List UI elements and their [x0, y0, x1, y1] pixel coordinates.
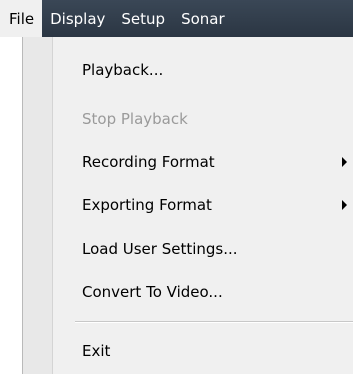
- menu-file[interactable]: File: [0, 0, 43, 37]
- menu-item-load-user-settings[interactable]: Load User Settings...: [23, 233, 353, 265]
- submenu-arrow-icon: [342, 200, 347, 210]
- menu-item-label: Convert To Video...: [82, 283, 223, 301]
- menu-item-exit[interactable]: Exit: [23, 335, 353, 367]
- menu-bar: File Display Setup Sonar: [0, 0, 353, 37]
- menu-item-playback[interactable]: Playback...: [23, 54, 353, 86]
- menu-item-label: Load User Settings...: [82, 240, 238, 258]
- menu-item-label: Recording Format: [82, 153, 215, 171]
- menu-separator: [75, 321, 353, 323]
- menu-item-label: Exit: [82, 342, 111, 360]
- menu-display[interactable]: Display: [42, 0, 113, 37]
- menu-sonar[interactable]: Sonar: [173, 0, 233, 37]
- menu-item-label: Exporting Format: [82, 196, 212, 214]
- menu-item-stop-playback: Stop Playback: [23, 103, 353, 135]
- file-dropdown-menu: Playback... Stop Playback Recording Form…: [22, 37, 353, 374]
- menu-item-convert-to-video[interactable]: Convert To Video...: [23, 276, 353, 308]
- menu-item-exporting-format[interactable]: Exporting Format: [23, 189, 353, 221]
- menu-setup[interactable]: Setup: [113, 0, 173, 37]
- menu-item-recording-format[interactable]: Recording Format: [23, 146, 353, 178]
- menu-item-label: Playback...: [82, 61, 164, 79]
- menu-item-label: Stop Playback: [82, 110, 188, 128]
- submenu-arrow-icon: [342, 157, 347, 167]
